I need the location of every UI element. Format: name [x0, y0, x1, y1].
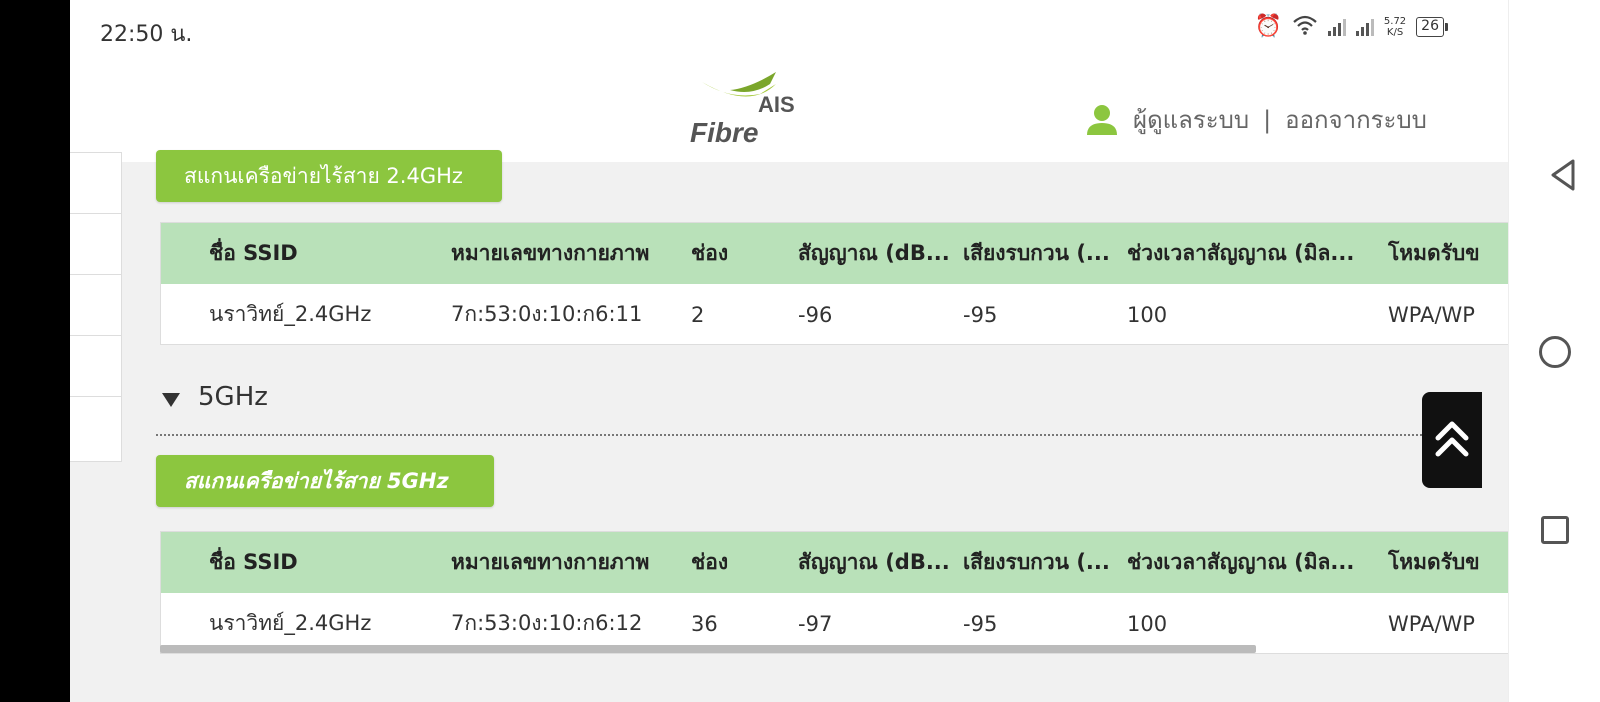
cell-noise: -95 — [963, 611, 998, 636]
table-row: นราวิทย์_2.4GHz 7ก:53:0ง:10:ก6:11 2 -96 … — [161, 284, 1508, 344]
speed-value: 5.72 — [1383, 16, 1407, 27]
logo-fibre-text: Fibre — [690, 117, 758, 148]
home-icon[interactable] — [1539, 336, 1571, 368]
phone-screen: 22:50 น. ⏰ 5.72 K/S 26 AIS Fibre ผู้ดูแล… — [70, 0, 1508, 702]
logout-link[interactable]: ออกจากระบบ — [1285, 106, 1427, 134]
status-bar: 22:50 น. ⏰ 5.72 K/S 26 — [70, 0, 1508, 58]
wifi-icon — [1292, 14, 1318, 40]
col-mac[interactable]: หมายเลขทางกายภาพ — [451, 237, 691, 270]
main-content: สแกนเครือข่ายไร้สาย 2.4GHz ชื่อ SSID หมา… — [70, 150, 1508, 702]
col-signal[interactable]: สัญญาณ (dB... — [798, 237, 963, 270]
status-icons: ⏰ 5.72 K/S 26 — [1254, 14, 1448, 40]
admin-link[interactable]: ผู้ดูแลระบบ — [1133, 106, 1249, 134]
side-menu-panel — [70, 152, 122, 462]
status-time: 22:50 น. — [100, 22, 193, 47]
logo-ais-text: AIS — [758, 92, 795, 117]
cell-security: WPA/WP — [1388, 302, 1475, 327]
table-header: ชื่อ SSID หมายเลขทางกายภาพ ช่อง สัญญาณ (… — [161, 532, 1508, 593]
section-title-5ghz: 5GHz — [198, 382, 268, 412]
cell-beacon: 100 — [1127, 611, 1168, 636]
user-menu: ผู้ดูแลระบบ | ออกจากระบบ — [1085, 100, 1427, 139]
cell-beacon: 100 — [1127, 302, 1168, 327]
col-channel[interactable]: ช่อง — [691, 237, 798, 270]
col-beacon[interactable]: ช่วงเวลาสัญญาณ (มิล... — [1127, 237, 1388, 270]
col-mac[interactable]: หมายเลขทางกายภาพ — [451, 546, 691, 579]
section-5ghz-toggle[interactable]: 5GHz — [162, 382, 268, 412]
side-menu-item[interactable] — [70, 275, 121, 336]
site-header: AIS Fibre ผู้ดูแลระบบ | ออกจากระบบ — [70, 58, 1508, 162]
scan-5ghz-button[interactable]: สแกนเครือข่ายไร้สาย 5GHz — [156, 455, 494, 507]
collapse-triangle-icon — [162, 393, 180, 407]
col-beacon[interactable]: ช่วงเวลาสัญญาณ (มิล... — [1127, 546, 1388, 579]
cell-channel: 36 — [691, 611, 718, 636]
recent-apps-icon[interactable] — [1541, 516, 1569, 544]
alarm-icon: ⏰ — [1254, 14, 1282, 39]
scan-24ghz-button[interactable]: สแกนเครือข่ายไร้สาย 2.4GHz — [156, 150, 502, 202]
side-menu-item[interactable] — [70, 153, 121, 214]
cell-security: WPA/WP — [1388, 611, 1475, 636]
scan-table-5ghz: ชื่อ SSID หมายเลขทางกายภาพ ช่อง สัญญาณ (… — [160, 531, 1508, 654]
col-ssid[interactable]: ชื่อ SSID — [161, 237, 451, 270]
cell-mac: 7ก:53:0ง:10:ก6:12 — [451, 611, 643, 635]
scan-table-24ghz: ชื่อ SSID หมายเลขทางกายภาพ ช่อง สัญญาณ (… — [160, 222, 1508, 345]
col-noise[interactable]: เสียงรบกวน (... — [963, 546, 1127, 579]
network-speed: 5.72 K/S — [1384, 16, 1406, 38]
horizontal-scrollbar[interactable] — [160, 645, 1256, 653]
table-header: ชื่อ SSID หมายเลขทางกายภาพ ช่อง สัญญาณ (… — [161, 223, 1508, 284]
battery-icon: 26 — [1416, 17, 1448, 37]
double-chevron-up-icon — [1433, 416, 1471, 464]
side-menu-item[interactable] — [70, 397, 121, 458]
scroll-to-top-button[interactable] — [1422, 392, 1482, 488]
col-channel[interactable]: ช่อง — [691, 546, 798, 579]
ais-fibre-logo[interactable]: AIS Fibre — [690, 70, 810, 150]
speed-unit: K/S — [1386, 27, 1404, 38]
back-icon[interactable] — [1549, 158, 1577, 196]
cell-ssid: นราวิทย์_2.4GHz — [209, 302, 372, 326]
signal-icon-2 — [1355, 18, 1374, 36]
col-noise[interactable]: เสียงรบกวน (... — [963, 237, 1127, 270]
section-divider — [156, 434, 1446, 436]
side-menu-item[interactable] — [70, 336, 121, 397]
header-separator: | — [1263, 106, 1272, 134]
battery-level: 26 — [1416, 17, 1444, 37]
col-security[interactable]: โหมดรับข — [1388, 237, 1508, 270]
cell-channel: 2 — [691, 302, 705, 327]
cell-signal: -96 — [798, 302, 833, 327]
android-nav-bar — [1508, 0, 1600, 702]
left-black-strip — [0, 0, 70, 702]
cell-signal: -97 — [798, 611, 833, 636]
cell-ssid: นราวิทย์_2.4GHz — [209, 611, 372, 635]
col-signal[interactable]: สัญญาณ (dB... — [798, 546, 963, 579]
col-security[interactable]: โหมดรับข — [1388, 546, 1508, 579]
col-ssid[interactable]: ชื่อ SSID — [161, 546, 451, 579]
side-menu-item[interactable] — [70, 214, 121, 275]
cell-noise: -95 — [963, 302, 998, 327]
signal-icon-1 — [1327, 18, 1346, 36]
user-icon — [1085, 103, 1119, 137]
cell-mac: 7ก:53:0ง:10:ก6:11 — [451, 302, 643, 326]
